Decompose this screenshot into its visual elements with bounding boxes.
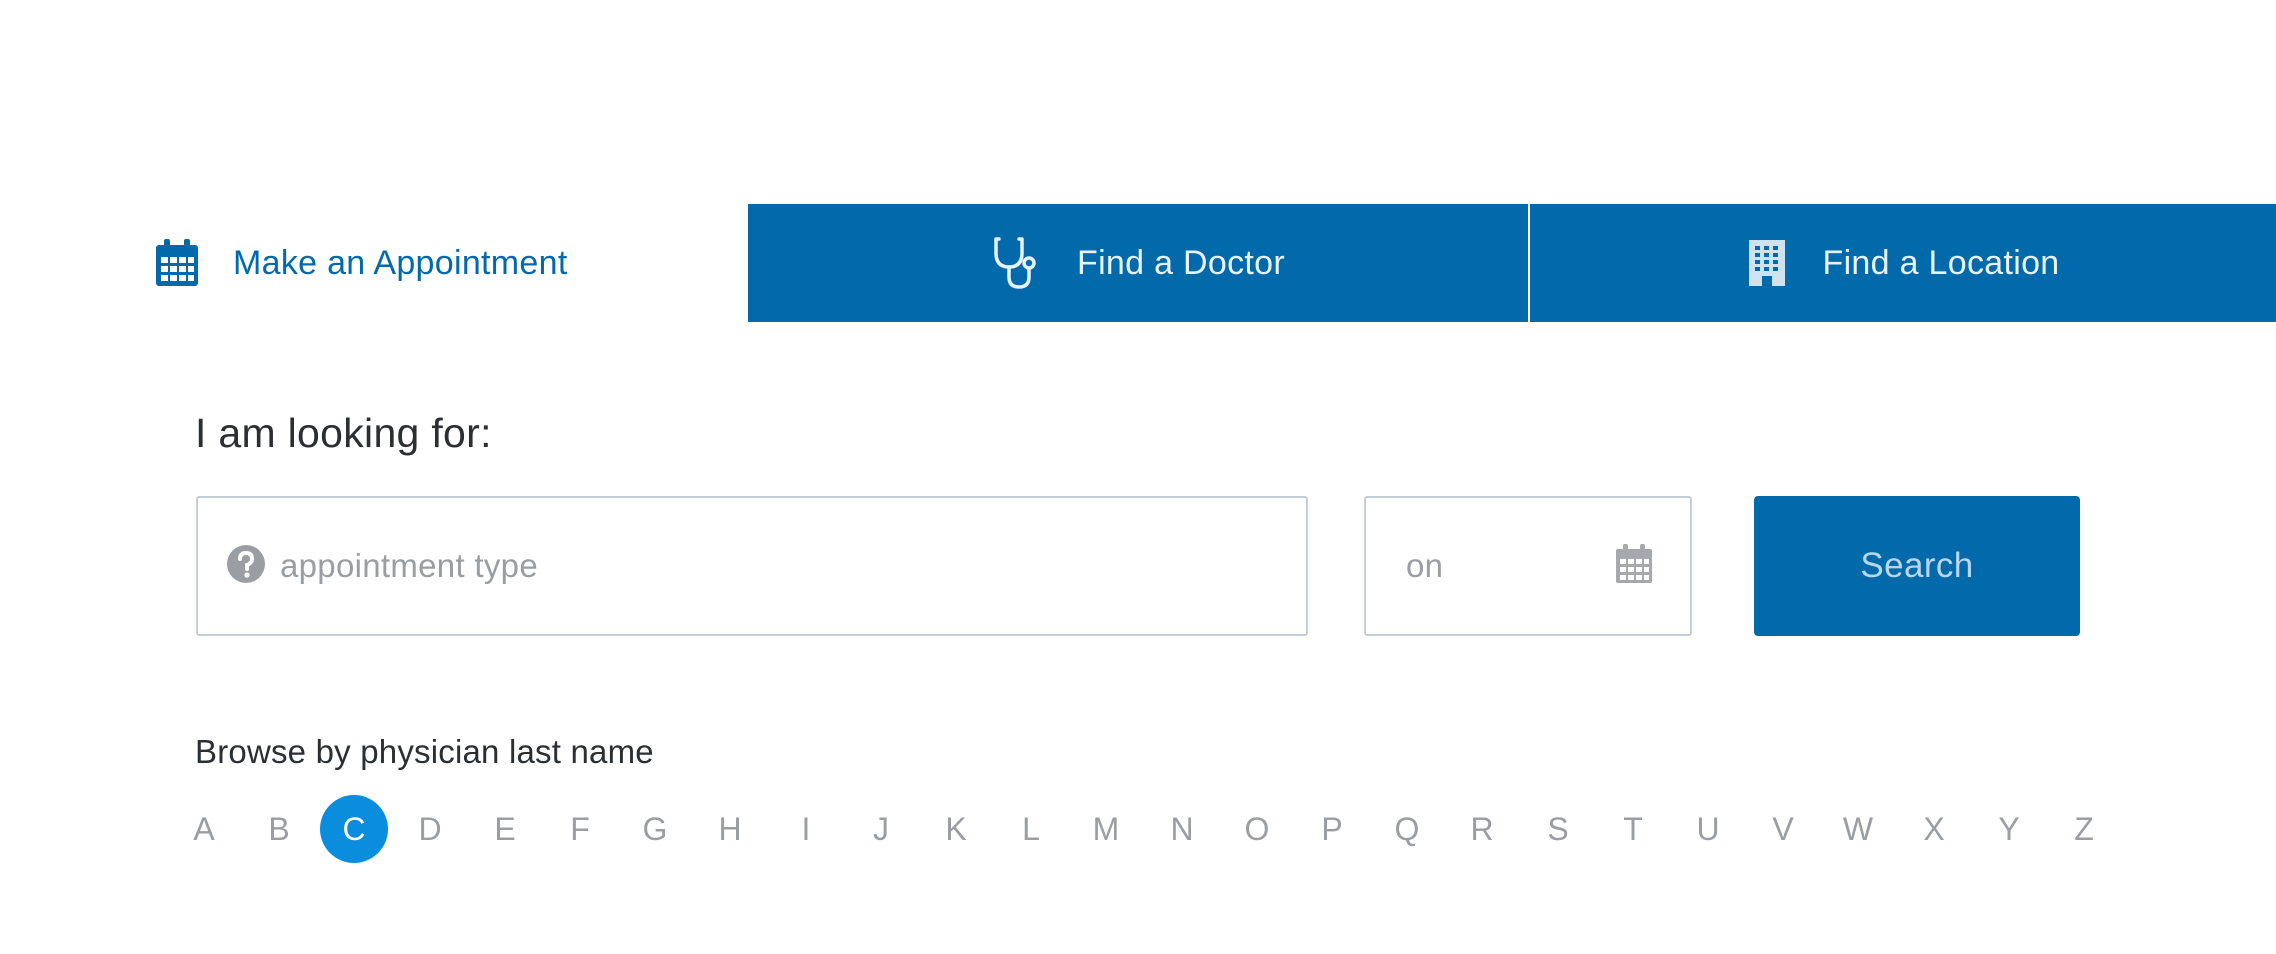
- letter-o[interactable]: O: [1223, 795, 1291, 863]
- building-icon: [1747, 238, 1787, 288]
- alphabet-nav: ABCDEFGHIJKLMNOPQRSTUVWXYZ: [172, 795, 2124, 865]
- tab-find-location-label: Find a Location: [1822, 243, 2060, 282]
- letter-w[interactable]: W: [1824, 795, 1892, 863]
- tab-find-doctor-label: Find a Doctor: [1077, 243, 1285, 282]
- letter-a[interactable]: A: [170, 795, 238, 863]
- tab-make-appointment-label: Make an Appointment: [233, 243, 568, 282]
- browse-label: Browse by physician last name: [195, 733, 654, 770]
- letter-k[interactable]: K: [922, 795, 990, 863]
- letter-e[interactable]: E: [471, 795, 539, 863]
- letter-j[interactable]: J: [847, 795, 915, 863]
- question-icon: [226, 544, 266, 589]
- appointment-type-input[interactable]: appointment type: [196, 496, 1308, 636]
- stethoscope-icon: [991, 235, 1041, 291]
- tab-find-location[interactable]: Find a Location: [1530, 204, 2276, 322]
- tab-make-appointment[interactable]: Make an Appointment: [0, 204, 748, 322]
- page: Make an Appointment Find a Doctor Find a…: [0, 0, 2276, 954]
- letter-p[interactable]: P: [1298, 795, 1366, 863]
- letter-i[interactable]: I: [772, 795, 840, 863]
- letter-s[interactable]: S: [1524, 795, 1592, 863]
- letter-x[interactable]: X: [1900, 795, 1968, 863]
- tab-find-doctor[interactable]: Find a Doctor: [748, 204, 1528, 322]
- letter-h[interactable]: H: [696, 795, 764, 863]
- letter-c[interactable]: C: [320, 795, 388, 863]
- search-heading: I am looking for:: [195, 410, 492, 456]
- date-placeholder: on: [1406, 547, 1444, 584]
- search-button[interactable]: Search: [1754, 496, 2080, 636]
- letter-q[interactable]: Q: [1373, 795, 1441, 863]
- letter-z[interactable]: Z: [2050, 795, 2118, 863]
- letter-g[interactable]: G: [621, 795, 689, 863]
- calendar-icon[interactable]: [1614, 543, 1654, 590]
- calendar-icon: [153, 237, 201, 289]
- letter-b[interactable]: B: [245, 795, 313, 863]
- date-input[interactable]: on: [1364, 496, 1692, 636]
- letter-t[interactable]: T: [1599, 795, 1667, 863]
- letter-y[interactable]: Y: [1975, 795, 2043, 863]
- letter-v[interactable]: V: [1749, 795, 1817, 863]
- letter-f[interactable]: F: [546, 795, 614, 863]
- tab-bar: Make an Appointment Find a Doctor Find a…: [0, 204, 2276, 322]
- appointment-type-placeholder: appointment type: [280, 547, 538, 584]
- letter-l[interactable]: L: [997, 795, 1065, 863]
- letter-n[interactable]: N: [1148, 795, 1216, 863]
- letter-r[interactable]: R: [1448, 795, 1516, 863]
- letter-d[interactable]: D: [396, 795, 464, 863]
- letter-m[interactable]: M: [1072, 795, 1140, 863]
- letter-u[interactable]: U: [1674, 795, 1742, 863]
